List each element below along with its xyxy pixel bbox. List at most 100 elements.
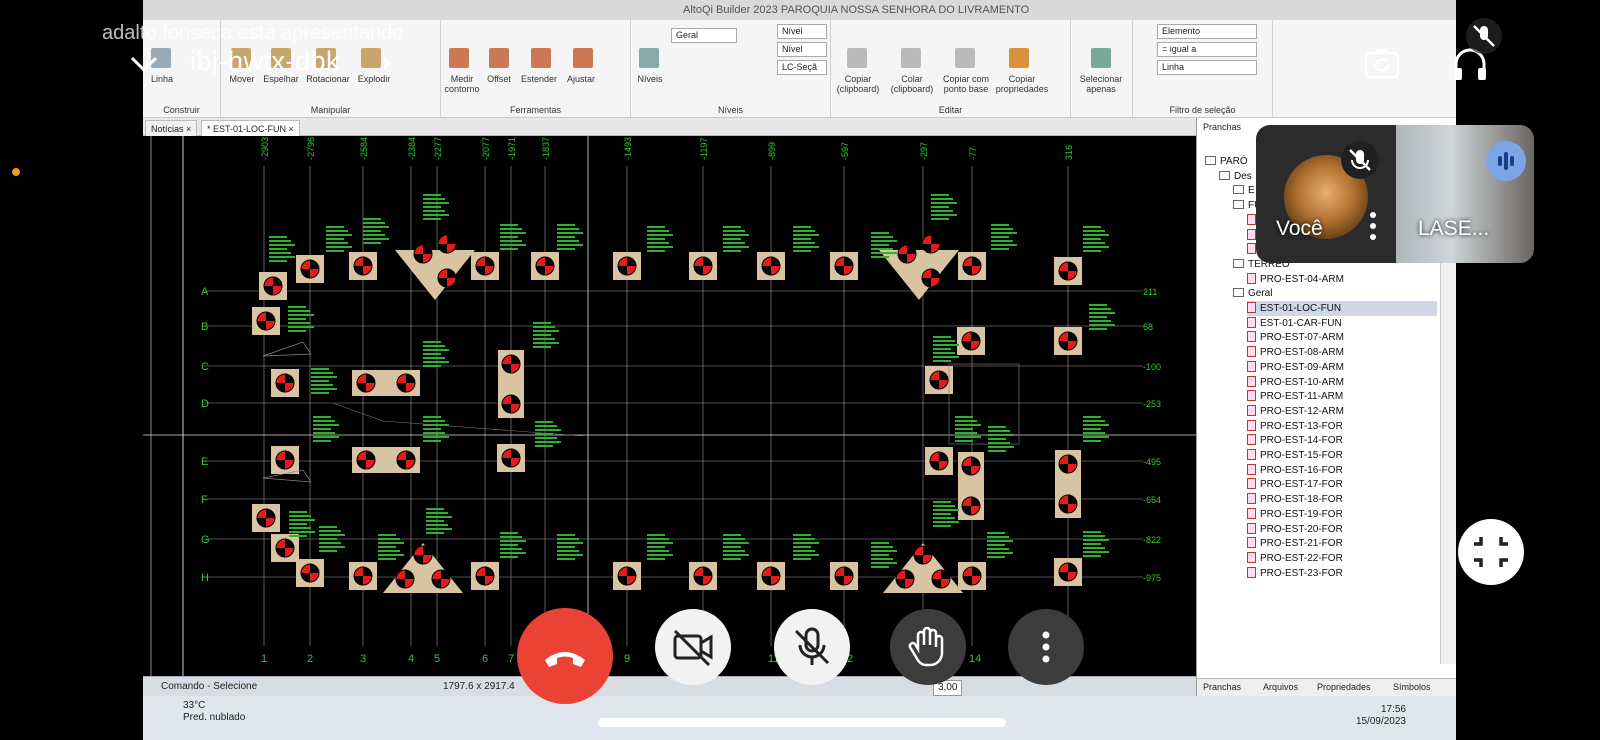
copy-base-point-button[interactable]: Copiar com ponto base bbox=[939, 74, 993, 94]
reinforcement-table bbox=[723, 550, 745, 552]
microphone-toggle-button[interactable] bbox=[774, 609, 850, 685]
tree-sheet[interactable]: PRO-EST-22-FOR bbox=[1247, 551, 1437, 566]
folder-icon bbox=[1233, 288, 1244, 298]
more-options-button[interactable] bbox=[1008, 609, 1084, 685]
extend-button[interactable]: Estender bbox=[517, 74, 561, 84]
chevron-down-icon[interactable] bbox=[130, 54, 158, 74]
more-vert-icon[interactable] bbox=[1370, 211, 1376, 241]
reinforcement-table bbox=[955, 416, 973, 418]
copy-icon[interactable] bbox=[847, 48, 867, 68]
tree-sheet[interactable]: PRO-EST-14-FOR bbox=[1247, 433, 1437, 448]
tree-sheet[interactable]: PRO-EST-09-ARM bbox=[1247, 360, 1437, 375]
home-indicator[interactable] bbox=[598, 718, 1006, 727]
copy-properties-icon[interactable] bbox=[1009, 48, 1029, 68]
copy-properties-button[interactable]: Copiar propriedades bbox=[995, 74, 1049, 94]
reinforcement-table bbox=[933, 513, 951, 515]
trim-icon[interactable] bbox=[573, 48, 593, 68]
tree-folder[interactable]: Geral bbox=[1233, 286, 1437, 301]
line-button[interactable]: Linha bbox=[147, 74, 177, 84]
copy-clipboard-button[interactable]: Copiar (clipboard) bbox=[833, 74, 883, 94]
measure-contour-button[interactable]: Medir contorno bbox=[441, 74, 483, 94]
tab-propriedades[interactable]: Propriedades bbox=[1317, 682, 1371, 692]
paste-icon[interactable] bbox=[901, 48, 921, 68]
measure-icon[interactable] bbox=[449, 48, 469, 68]
tree-label: PRO-EST-18-FOR bbox=[1260, 494, 1343, 506]
tree-sheet[interactable]: PRO-EST-08-ARM bbox=[1247, 345, 1437, 360]
levels-icon[interactable] bbox=[639, 48, 659, 68]
reinforcement-table bbox=[1089, 308, 1111, 310]
filter-operator-select[interactable]: = igual a bbox=[1157, 42, 1257, 57]
tree-sheet[interactable]: EST-01-CAR-FUN bbox=[1247, 316, 1437, 331]
exit-fullscreen-button[interactable] bbox=[1458, 519, 1524, 585]
filter-value-select[interactable]: Linha bbox=[1157, 60, 1257, 75]
tree-sheet[interactable]: PRO-EST-18-FOR bbox=[1247, 492, 1437, 507]
end-call-button[interactable] bbox=[517, 608, 613, 704]
reinforcement-table bbox=[319, 534, 345, 536]
pile-quadrant bbox=[941, 570, 950, 579]
reinforcement-table bbox=[991, 244, 1017, 246]
tree-sheet[interactable]: PRO-EST-19-FOR bbox=[1247, 507, 1437, 522]
cad-drawing[interactable]: -2903 1 -2796 2 -2584 3 -2384 4 -2277 5 -2077 6 -197… bbox=[143, 136, 1196, 676]
participant-tile-self[interactable]: Você bbox=[1256, 125, 1396, 263]
reinforcement-table bbox=[793, 230, 815, 232]
participant-tile-other[interactable]: LASE... bbox=[1396, 125, 1534, 263]
reinforcement-table bbox=[1083, 436, 1109, 438]
reinforcement-table bbox=[723, 242, 745, 244]
reinforcement-table bbox=[871, 248, 893, 250]
reinforcement-table bbox=[793, 250, 811, 252]
reinforcement-table bbox=[647, 534, 665, 536]
reinforcement-table bbox=[1083, 246, 1109, 248]
tree-sheet[interactable]: PRO-EST-07-ARM bbox=[1247, 330, 1437, 345]
extend-icon[interactable] bbox=[531, 48, 551, 68]
reinforcement-table bbox=[311, 376, 337, 378]
tree-sheet[interactable]: PRO-EST-13-FOR bbox=[1247, 419, 1437, 434]
meeting-code[interactable]: ibj-hwtx-dbk bbox=[190, 46, 340, 77]
reinforcement-table bbox=[793, 226, 811, 228]
offset-button[interactable]: Offset bbox=[483, 74, 515, 84]
offset-icon[interactable] bbox=[489, 48, 509, 68]
reinforcement-table bbox=[987, 544, 1005, 546]
tree-sheet[interactable]: PRO-EST-17-FOR bbox=[1247, 477, 1437, 492]
select-only-icon[interactable] bbox=[1091, 48, 1111, 68]
weather-widget[interactable]: 33°C Pred. nublado bbox=[183, 700, 245, 724]
reinforcement-table bbox=[326, 242, 348, 244]
filter-element-select[interactable]: Elemento bbox=[1157, 24, 1257, 39]
paste-clipboard-button[interactable]: Colar (clipboard) bbox=[887, 74, 937, 94]
tree-sheet[interactable]: PRO-EST-04-ARM bbox=[1247, 272, 1437, 287]
tree-sheet[interactable]: PRO-EST-23-FOR bbox=[1247, 566, 1437, 581]
tab-arquivos[interactable]: Arquivos bbox=[1263, 682, 1298, 692]
line-style-select[interactable]: LC-Seçã bbox=[777, 60, 827, 75]
switch-camera-icon[interactable] bbox=[1362, 44, 1402, 84]
copy-base-icon[interactable] bbox=[955, 48, 975, 68]
adjust-button[interactable]: Ajustar bbox=[563, 74, 599, 84]
level-group-select[interactable]: Geral bbox=[671, 28, 737, 43]
raise-hand-button[interactable] bbox=[890, 609, 966, 685]
column-number-label: 1 bbox=[261, 653, 267, 665]
reinforcement-table bbox=[500, 248, 518, 250]
reinforcement-table bbox=[319, 546, 345, 548]
tree-sheet[interactable]: PRO-EST-16-FOR bbox=[1247, 463, 1437, 478]
tree-sheet[interactable]: PRO-EST-21-FOR bbox=[1247, 536, 1437, 551]
explode-icon[interactable] bbox=[361, 48, 381, 68]
reinforcement-table bbox=[423, 345, 445, 347]
system-clock[interactable]: 17:56 15/09/2023 bbox=[1356, 704, 1406, 728]
tree-sheet[interactable]: PRO-EST-11-ARM bbox=[1247, 389, 1437, 404]
chevron-right-icon[interactable] bbox=[384, 56, 392, 70]
tab-pranchas[interactable]: Pranchas bbox=[1203, 682, 1241, 692]
select-only-button[interactable]: Selecionar apenas bbox=[1073, 74, 1129, 94]
tab-noticias[interactable]: Notícias × bbox=[145, 120, 198, 136]
tab-est-01-loc-fun[interactable]: * EST-01-LOC-FUN × bbox=[201, 120, 300, 136]
tree-sheet[interactable]: PRO-EST-20-FOR bbox=[1247, 522, 1437, 537]
level-select-2[interactable]: Nível bbox=[777, 42, 827, 57]
tree-sheet[interactable]: PRO-EST-15-FOR bbox=[1247, 448, 1437, 463]
tree-sheet[interactable]: EST-01-LOC-FUN bbox=[1247, 301, 1437, 316]
tab-simbolos[interactable]: Símbolos bbox=[1393, 682, 1431, 692]
level-select-1[interactable]: Nível bbox=[777, 24, 827, 39]
tree-sheet[interactable]: PRO-EST-10-ARM bbox=[1247, 375, 1437, 390]
cad-canvas[interactable]: -2903 1 -2796 2 -2584 3 -2384 4 -2277 5 -2077 6 -197… bbox=[143, 136, 1196, 676]
camera-toggle-button[interactable] bbox=[655, 609, 731, 685]
levels-button[interactable]: Níveis bbox=[633, 74, 667, 84]
tree-sheet[interactable]: PRO-EST-12-ARM bbox=[1247, 404, 1437, 419]
sheet-icon bbox=[1247, 213, 1256, 225]
explode-button[interactable]: Explodir bbox=[354, 74, 394, 84]
